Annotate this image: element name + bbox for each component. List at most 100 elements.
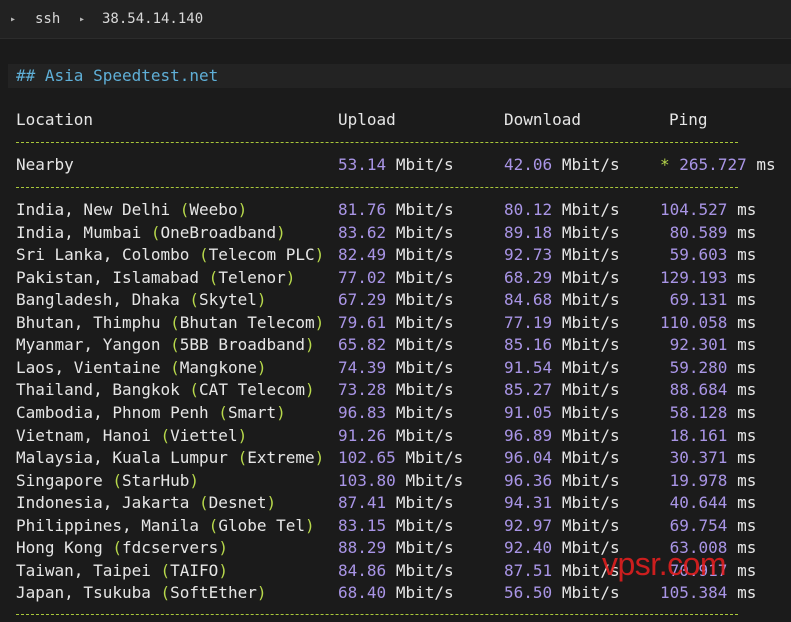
upload-value: 74.39 [338, 357, 387, 377]
upload-unit: Mbit/s [395, 380, 454, 400]
download-unit: Mbit/s [561, 335, 620, 355]
upload-cell: 91.26 Mbit/s [338, 425, 454, 447]
upload-cell: 81.76 Mbit/s [338, 199, 454, 221]
upload-cell: 68.40 Mbit/s [338, 582, 454, 604]
upload-unit: Mbit/s [395, 312, 454, 332]
nearby-upload-value: 53.14 [338, 155, 387, 174]
close-paren: ) [266, 493, 277, 513]
close-paren: ) [305, 380, 315, 400]
ping-value: 80.589 [669, 222, 728, 242]
open-paren: ( [208, 267, 219, 287]
upload-value: 73.28 [338, 380, 387, 400]
open-paren: ( [170, 312, 180, 332]
download-value: 96.36 [504, 470, 553, 490]
download-unit: Mbit/s [561, 470, 620, 490]
table-row: Bhutan, Thimphu (Bhutan Telecom) 79.61 Mb… [0, 312, 791, 334]
section-heading: ## Asia Speedtest.net [16, 66, 219, 85]
location-cell: Myanmar, Yangon (5BB Broadband) [16, 334, 315, 356]
ping-unit: ms [737, 448, 757, 468]
nearby-download-value: 42.06 [504, 155, 553, 174]
ping-unit: ms [737, 200, 757, 219]
breadcrumb-command[interactable]: ssh [35, 11, 60, 27]
download-unit: Mbit/s [561, 290, 620, 310]
upload-value: 88.29 [338, 538, 387, 558]
download-unit: Mbit/s [561, 380, 620, 400]
download-value: 91.54 [504, 357, 553, 377]
upload-value: 102.65 [338, 448, 396, 468]
open-paren: ( [199, 245, 209, 265]
upload-cell: 102.65 Mbit/s [338, 447, 463, 469]
upload-value: 83.62 [338, 222, 387, 242]
location-place: Bangladesh, Dhaka [16, 290, 180, 310]
download-value: 68.29 [504, 267, 553, 287]
divider-line [16, 142, 738, 143]
table-row: Pakistan, Islamabad (Telenor) 77.02 Mbit/… [0, 267, 791, 289]
ping-cell: 59.603 ms [660, 244, 757, 266]
upload-value: 91.26 [338, 425, 387, 445]
open-paren: ( [170, 335, 180, 355]
close-paren: ) [314, 448, 325, 468]
ping-value: 40.644 [669, 493, 728, 513]
location-provider: Desnet [208, 493, 267, 513]
upload-cell: 65.82 Mbit/s [338, 334, 454, 356]
ping-cell: 30.371 ms [660, 447, 757, 469]
nearby-label: Nearby [16, 155, 74, 174]
ping-cell: 88.684 ms [660, 379, 757, 401]
ping-cell: 80.589 ms [660, 222, 757, 244]
ping-value: 59.603 [669, 245, 728, 265]
open-paren: ( [218, 402, 228, 422]
table-row: Sri Lanka, Colombo (Telecom PLC) 82.49 Mb… [0, 244, 791, 266]
download-cell: 85.27 Mbit/s [504, 379, 620, 401]
download-value: 96.89 [504, 425, 553, 445]
download-cell: 91.05 Mbit/s [504, 402, 620, 424]
location-cell: Vietnam, Hanoi (Viettel) [16, 425, 247, 447]
location-provider: Smart [227, 402, 277, 422]
download-value: 92.40 [504, 538, 553, 558]
location-cell: India, New Delhi (Weebo) [16, 199, 247, 221]
ping-value: 19.978 [669, 470, 728, 490]
ping-cell: 40.644 ms [660, 492, 757, 514]
ping-value: 69.131 [669, 290, 728, 310]
table-row: Indonesia, Jakarta (Desnet) 87.41 Mbit/s 9… [0, 492, 791, 514]
download-value: 80.12 [504, 200, 553, 219]
open-paren: ( [199, 493, 209, 513]
download-unit: Mbit/s [561, 515, 620, 535]
download-unit: Mbit/s [561, 402, 620, 422]
upload-unit: Mbit/s [395, 245, 454, 265]
open-paren: ( [170, 357, 180, 377]
location-place: Hong Kong [16, 538, 103, 558]
open-paren: ( [237, 448, 248, 468]
location-place: India, New Delhi [16, 200, 171, 219]
upload-value: 65.82 [338, 335, 387, 355]
download-cell: 92.97 Mbit/s [504, 515, 620, 537]
ping-unit: ms [737, 560, 757, 580]
upload-value: 77.02 [338, 267, 387, 287]
upload-cell: 77.02 Mbit/s [338, 267, 454, 289]
upload-value: 84.86 [338, 560, 387, 580]
upload-unit: Mbit/s [395, 222, 454, 242]
breadcrumb-host[interactable]: 38.54.14.140 [102, 11, 203, 27]
download-cell: 80.12 Mbit/s [504, 199, 620, 221]
location-place: Malaysia, Kuala Lumpur [16, 448, 228, 468]
download-cell: 77.19 Mbit/s [504, 312, 620, 334]
breadcrumb-arrow-icon: ▸ [10, 14, 17, 25]
ping-cell: 18.161 ms [660, 425, 757, 447]
upload-unit: Mbit/s [395, 515, 454, 535]
download-cell: 84.68 Mbit/s [504, 289, 620, 311]
location-place: Singapore [16, 470, 103, 490]
open-paren: ( [189, 290, 200, 310]
close-paren: ) [256, 357, 267, 377]
download-cell: 96.89 Mbit/s [504, 425, 620, 447]
ping-value: 59.280 [669, 357, 728, 377]
download-cell: 91.54 Mbit/s [504, 357, 620, 379]
table-row: Thailand, Bangkok (CAT Telecom) 73.28 Mbi… [0, 379, 791, 401]
download-cell: 94.31 Mbit/s [504, 492, 620, 514]
nearby-download-unit: Mbit/s [561, 155, 620, 174]
upload-cell: 103.80 Mbit/s [338, 470, 463, 492]
header-upload: Upload [338, 110, 396, 129]
download-unit: Mbit/s [561, 493, 620, 513]
location-provider: Bhutan Telecom [179, 312, 315, 332]
close-paren: ) [285, 267, 296, 287]
download-unit: Mbit/s [561, 267, 620, 287]
download-unit: Mbit/s [561, 245, 620, 265]
